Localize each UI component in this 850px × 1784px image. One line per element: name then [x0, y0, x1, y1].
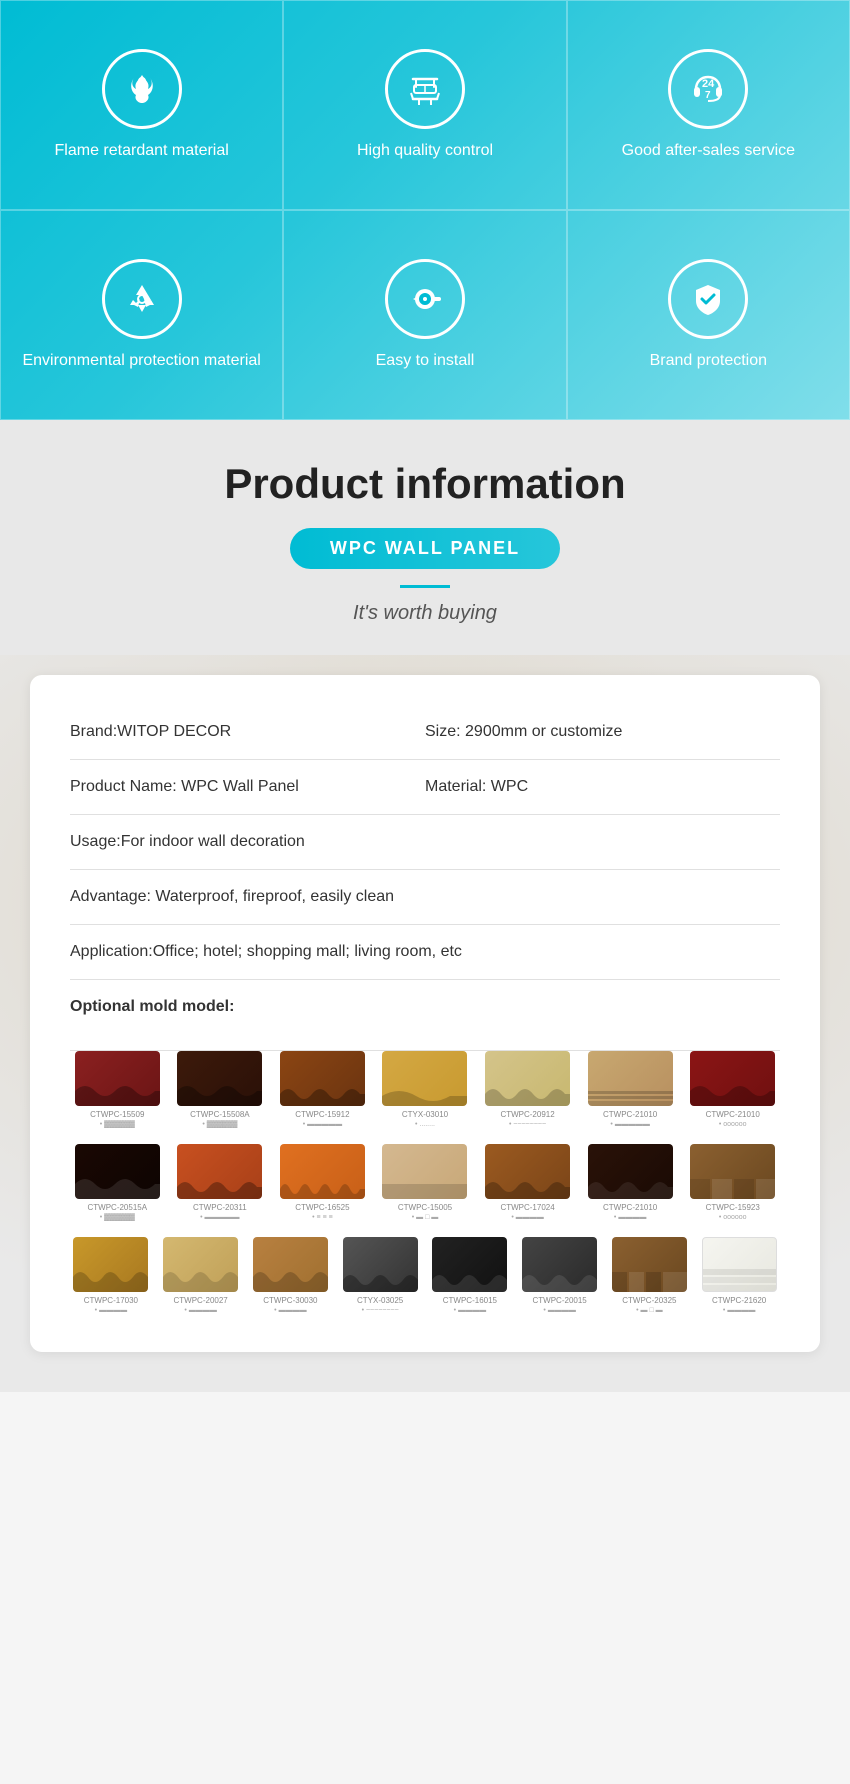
mold-item-20311: CTWPC-20311 • ▬▬▬▬▬ — [173, 1144, 268, 1221]
mold-item-16015: CTWPC-16015 • ▬▬▬▬ — [429, 1237, 511, 1314]
material-value: Material: WPC — [425, 778, 780, 796]
mold-item-20912: CTWPC-20912 • ~~~~~~~~ — [480, 1051, 575, 1128]
mold-item-ctyx03010: CTYX-03010 • ........ — [378, 1051, 473, 1128]
product-info-title: Product information — [20, 460, 830, 508]
mold-item-15912: CTWPC-15912 • ▬▬▬▬▬ — [275, 1051, 370, 1128]
mold-item-20325: CTWPC-20325 • ▬ □ ▬ — [609, 1237, 691, 1314]
mold-grid-row2: CTWPC-20515A • ▓▓▓▓▓▓ CTWPC-20311 • ▬▬▬▬… — [70, 1144, 780, 1221]
brand-value: Brand:WITOP DECOR — [70, 723, 425, 741]
svg-text:7: 7 — [705, 90, 711, 101]
mold-grid-row1: CTWPC-15509 • ▓▓▓▓▓▓ CTWPC-15508A • ▓▓▓▓… — [70, 1051, 780, 1128]
svg-text:24: 24 — [702, 78, 715, 90]
brand-label: Brand protection — [650, 351, 767, 372]
product-section: Product information WPC WALL PANEL It's … — [0, 420, 850, 1392]
mold-item-20027: CTWPC-20027 • ▬▬▬▬ — [160, 1237, 242, 1314]
recycle-icon — [102, 259, 182, 339]
eco-label: Environmental protection material — [22, 351, 260, 372]
service-label: Good after-sales service — [622, 141, 795, 162]
mold-item-21010c: CTWPC-21010 • ▬▬▬▬ — [583, 1144, 678, 1221]
hero-cell-brand: Brand protection — [567, 210, 850, 420]
mold-title: Optional mold model: — [70, 998, 234, 1016]
hero-cell-service: 24 7 Good after-sales service — [567, 0, 850, 210]
application-value: Application:Office; hotel; shopping mall… — [70, 943, 780, 961]
product-name-value: Product Name: WPC Wall Panel — [70, 778, 425, 796]
product-details-card: Brand:WITOP DECOR Size: 2900mm or custom… — [30, 675, 820, 1352]
mold-item-30030: CTWPC-30030 • ▬▬▬▬ — [250, 1237, 332, 1314]
info-row-usage: Usage:For indoor wall decoration — [70, 815, 780, 870]
info-row-product: Product Name: WPC Wall Panel Material: W… — [70, 760, 780, 815]
mold-item-21620: CTWPC-21620 • ▬▬▬▬ — [698, 1237, 780, 1314]
flame-icon — [102, 49, 182, 129]
wpc-badge: WPC WALL PANEL — [290, 528, 560, 569]
mold-item-15509: CTWPC-15509 • ▓▓▓▓▓▓ — [70, 1051, 165, 1128]
product-subtitle: It's worth buying — [20, 602, 830, 625]
info-row-advantage: Advantage: Waterproof, fireproof, easily… — [70, 870, 780, 925]
mold-item-21010b: CTWPC-21010 • oooooo — [685, 1051, 780, 1128]
hero-cell-eco: Environmental protection material — [0, 210, 283, 420]
hero-grid: Flame retardant material High quality co… — [0, 0, 850, 420]
usage-value: Usage:For indoor wall decoration — [70, 833, 780, 851]
mold-item-17024: CTWPC-17024 • ▬▬▬▬ — [480, 1144, 575, 1221]
hero-cell-flame: Flame retardant material — [0, 0, 283, 210]
teal-divider — [400, 585, 450, 588]
mold-item-15923: CTWPC-15923 • oooooo — [685, 1144, 780, 1221]
flame-label: Flame retardant material — [55, 141, 229, 162]
mold-item-16525: CTWPC-16525 • ≡ ≡ ≡ — [275, 1144, 370, 1221]
product-info-header: Product information WPC WALL PANEL It's … — [0, 420, 850, 655]
mold-item-21010a: CTWPC-21010 • ▬▬▬▬▬ — [583, 1051, 678, 1128]
shield-icon — [668, 259, 748, 339]
mold-item-ctyx03025: CTYX-03025 • ~~~~~~~~ — [339, 1237, 421, 1314]
info-row-application: Application:Office; hotel; shopping mall… — [70, 925, 780, 980]
install-label: Easy to install — [376, 351, 475, 372]
quality-label: High quality control — [357, 141, 493, 162]
mold-item-17030: CTWPC-17030 • ▬▬▬▬ — [70, 1237, 152, 1314]
mold-item-20515a: CTWPC-20515A • ▓▓▓▓▓▓ — [70, 1144, 165, 1221]
headset-icon: 24 7 — [668, 49, 748, 129]
advantage-value: Advantage: Waterproof, fireproof, easily… — [70, 888, 780, 906]
mold-item-20015: CTWPC-20015 • ▬▬▬▬ — [519, 1237, 601, 1314]
hero-section: Flame retardant material High quality co… — [0, 0, 850, 420]
mold-item-15005: CTWPC-15005 • ▬ □ ▬ — [378, 1144, 473, 1221]
mold-item-15508a: CTWPC-15508A • ▓▓▓▓▓▓ — [173, 1051, 268, 1128]
size-value: Size: 2900mm or customize — [425, 723, 780, 741]
drill-icon — [385, 259, 465, 339]
info-row-mold-title: Optional mold model: — [70, 980, 780, 1051]
mold-grid-row3: CTWPC-17030 • ▬▬▬▬ CTWPC-20027 • ▬▬▬▬ — [70, 1237, 780, 1314]
hero-cell-install: Easy to install — [283, 210, 566, 420]
hero-cell-quality: High quality control — [283, 0, 566, 210]
info-row-brand: Brand:WITOP DECOR Size: 2900mm or custom… — [70, 705, 780, 760]
caliper-icon — [385, 49, 465, 129]
